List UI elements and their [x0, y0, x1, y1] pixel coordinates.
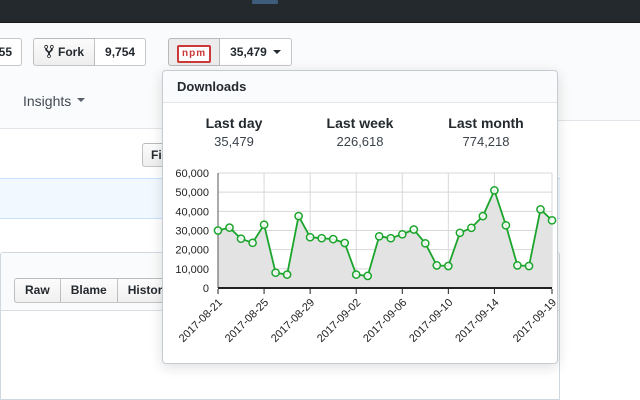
stat-last-week: Last week 226,618: [297, 115, 423, 149]
star-count-partial[interactable]: 55: [0, 38, 22, 66]
svg-text:30,000: 30,000: [175, 226, 209, 238]
downloads-popup: Downloads Last day 35,479 Last week 226,…: [162, 70, 558, 364]
chevron-down-icon: [273, 50, 281, 58]
svg-text:2017-09-10: 2017-09-10: [407, 297, 455, 345]
browser-top-bar: [0, 0, 640, 23]
insights-label: Insights: [23, 93, 71, 109]
svg-text:2017-08-25: 2017-08-25: [223, 297, 271, 345]
npm-badge[interactable]: npm: [168, 38, 220, 66]
page-background-strip-left: [0, 120, 162, 128]
svg-text:50,000: 50,000: [175, 187, 209, 199]
svg-text:2017-09-14: 2017-09-14: [453, 297, 501, 345]
fork-button[interactable]: Fork: [33, 38, 95, 66]
raw-button[interactable]: Raw: [14, 278, 61, 303]
svg-text:0: 0: [203, 283, 209, 295]
stat-last-month-value: 774,218: [423, 134, 549, 149]
stat-last-month: Last month 774,218: [423, 115, 549, 149]
blame-button[interactable]: Blame: [61, 278, 118, 303]
nav-divider-right: [558, 120, 640, 121]
download-stats: Last day 35,479 Last week 226,618 Last m…: [163, 103, 557, 149]
stat-last-day-value: 35,479: [171, 134, 297, 149]
stat-last-day-label: Last day: [171, 115, 297, 131]
fork-button-group: Fork 9,754: [33, 38, 146, 66]
svg-text:10,000: 10,000: [175, 264, 209, 276]
npm-logo-icon: npm: [177, 45, 211, 63]
svg-text:2017-09-02: 2017-09-02: [315, 297, 363, 345]
svg-text:60,000: 60,000: [175, 168, 209, 180]
svg-text:2017-08-21: 2017-08-21: [177, 297, 225, 345]
header-partial-element: [252, 0, 278, 4]
downloads-chart: 0 10,000 20,000 30,000 40,000 50,000 60,000 201…: [163, 166, 557, 364]
svg-text:2017-08-29: 2017-08-29: [269, 297, 317, 345]
fork-button-label: Fork: [58, 45, 84, 59]
svg-text:40,000: 40,000: [175, 206, 209, 218]
npm-downloads-dropdown[interactable]: 35,479: [220, 38, 292, 66]
npm-downloads-count: 35,479: [230, 45, 267, 59]
insights-chevron-down-icon: [77, 98, 85, 106]
nav-item-insights[interactable]: Insights: [23, 93, 85, 109]
svg-text:2017-09-19: 2017-09-19: [511, 297, 558, 345]
svg-text:20,000: 20,000: [175, 245, 209, 257]
svg-text:2017-09-06: 2017-09-06: [361, 297, 409, 345]
file-actions-group: Raw Blame Histor: [14, 278, 178, 303]
stat-last-week-value: 226,618: [297, 134, 423, 149]
fork-count[interactable]: 9,754: [95, 38, 146, 66]
stat-last-week-label: Last week: [297, 115, 423, 131]
fork-icon: [44, 44, 54, 59]
stat-last-month-label: Last month: [423, 115, 549, 131]
stat-last-day: Last day 35,479: [171, 115, 297, 149]
popup-title: Downloads: [163, 71, 557, 103]
nav-divider-left: [0, 128, 162, 129]
npm-button-group: npm 35,479: [168, 38, 292, 66]
